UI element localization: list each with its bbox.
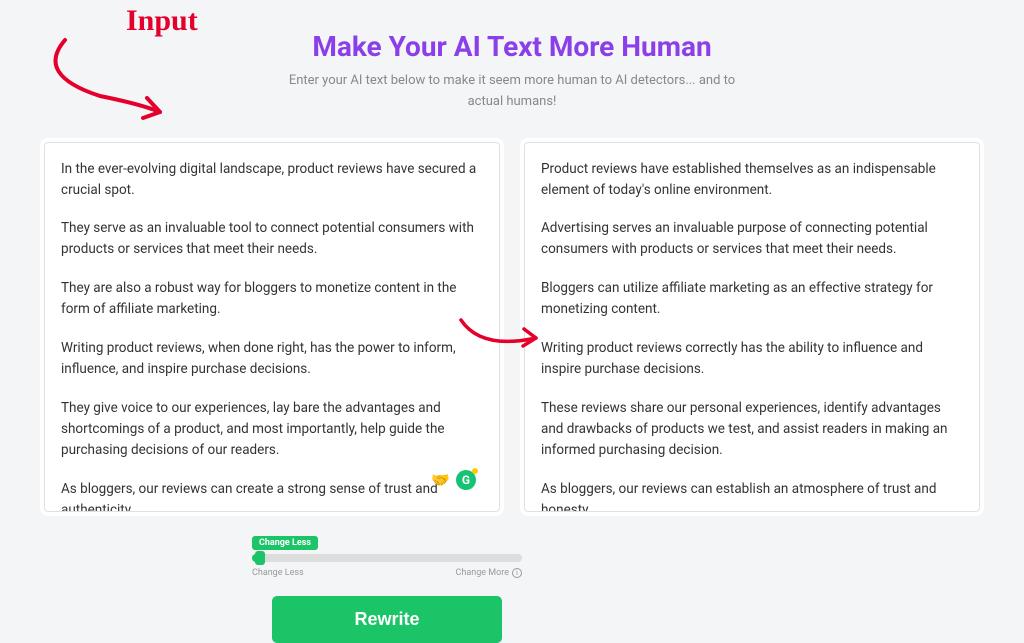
input-paragraph: They serve as an invaluable tool to conn… bbox=[61, 218, 477, 260]
input-paragraph: As bloggers, our reviews can create a st… bbox=[61, 479, 477, 512]
header: Make Your AI Text More Human Enter your … bbox=[0, 0, 1024, 128]
floating-icons: 🤝 G bbox=[431, 470, 476, 490]
change-amount-slider-wrap: Change Less Change Less Change More i bbox=[252, 530, 522, 578]
page-subtitle: Enter your AI text below to make it seem… bbox=[272, 71, 752, 113]
info-icon[interactable]: i bbox=[512, 568, 522, 578]
slider-thumb[interactable] bbox=[255, 551, 265, 565]
slider-caption-left: Change Less bbox=[252, 568, 304, 578]
output-paragraph: Writing product reviews correctly has th… bbox=[541, 338, 957, 380]
input-paragraph: They give voice to our experiences, lay … bbox=[61, 398, 477, 461]
output-paragraph: As bloggers, our reviews can establish a… bbox=[541, 479, 957, 512]
output-paragraph: These reviews share our personal experie… bbox=[541, 398, 957, 461]
handshake-icon[interactable]: 🤝 bbox=[431, 471, 450, 489]
input-panel: In the ever-evolving digital landscape, … bbox=[40, 138, 504, 516]
output-paragraph: Bloggers can utilize affiliate marketing… bbox=[541, 278, 957, 320]
slider-badge: Change Less bbox=[252, 536, 318, 550]
output-textarea[interactable]: Product reviews have established themsel… bbox=[524, 142, 980, 512]
rewrite-button[interactable]: Rewrite bbox=[272, 596, 502, 643]
output-panel: Product reviews have established themsel… bbox=[520, 138, 984, 516]
controls: Change Less Change Less Change More i Re… bbox=[0, 530, 1024, 643]
change-amount-slider[interactable] bbox=[252, 554, 522, 562]
grammarly-icon[interactable]: G bbox=[456, 470, 476, 490]
output-paragraph: Product reviews have established themsel… bbox=[541, 159, 957, 201]
input-paragraph: In the ever-evolving digital landscape, … bbox=[61, 159, 477, 201]
page-title: Make Your AI Text More Human bbox=[0, 30, 1024, 63]
input-textarea[interactable]: In the ever-evolving digital landscape, … bbox=[44, 142, 500, 512]
slider-captions: Change Less Change More i bbox=[252, 568, 522, 578]
slider-caption-right: Change More i bbox=[456, 568, 522, 578]
panels-container: In the ever-evolving digital landscape, … bbox=[0, 128, 1024, 516]
output-paragraph: Advertising serves an invaluable purpose… bbox=[541, 218, 957, 260]
input-paragraph: Writing product reviews, when done right… bbox=[61, 338, 477, 380]
input-paragraph: They are also a robust way for bloggers … bbox=[61, 278, 477, 320]
